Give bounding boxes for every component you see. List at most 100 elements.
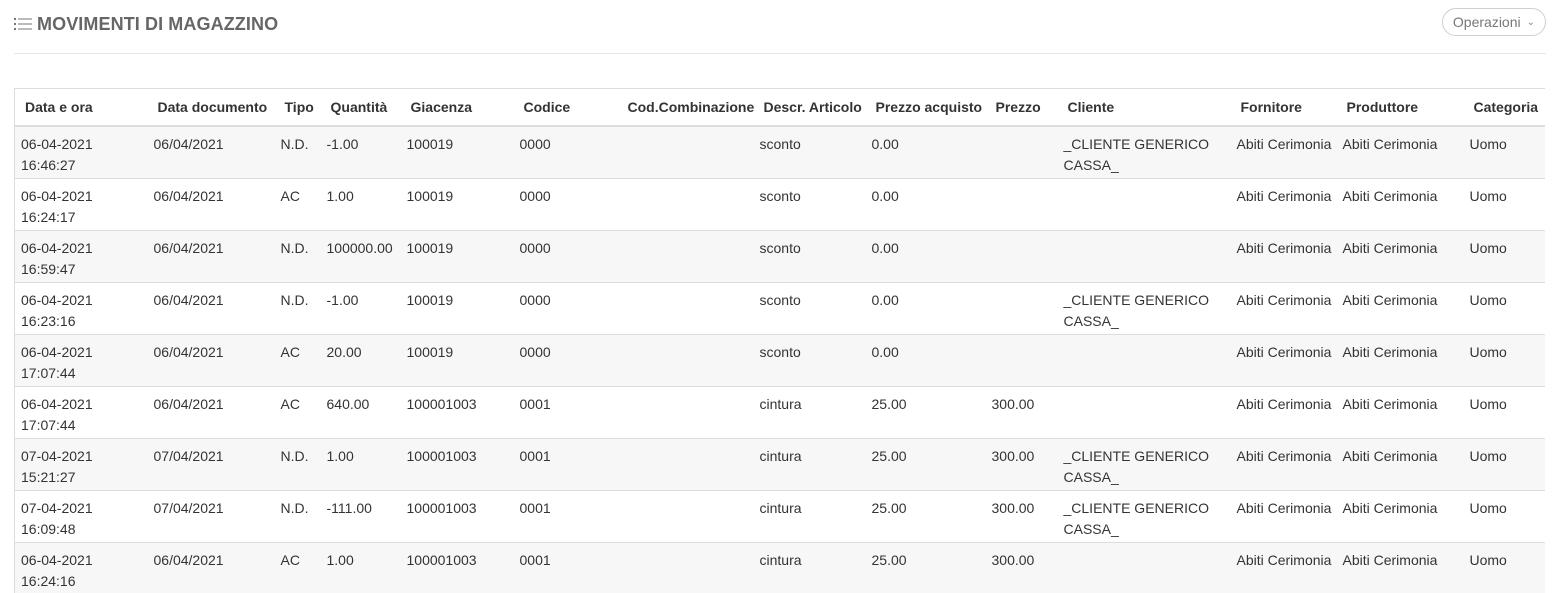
cell-codice: 0001 <box>513 542 618 593</box>
cell-cliente <box>1057 334 1231 387</box>
table-row[interactable]: 06-04-2021 16:24:16 06/04/2021 AC 1.00 10000… <box>14 542 1545 593</box>
cell-data-documento: 06/04/2021 <box>147 334 275 387</box>
cell-fornitore: Abiti Cerimonia <box>1230 542 1337 593</box>
cell-data-documento: 07/04/2021 <box>147 490 275 543</box>
cell-descr-articolo: sconto <box>753 178 866 231</box>
cell-quantita: 100000.00 <box>320 230 401 283</box>
cell-data-e-ora: 06-04-2021 16:24:17 <box>14 178 148 231</box>
cell-produttore: Abiti Cerimonia <box>1336 282 1464 335</box>
cell-data-e-ora: 07-04-2021 16:09:48 <box>14 490 148 543</box>
cell-prezzo <box>985 282 1058 335</box>
cell-data-e-ora: 07-04-2021 15:21:27 <box>14 438 148 491</box>
cell-giacenza: 100019 <box>400 230 514 283</box>
cell-fornitore: Abiti Cerimonia <box>1230 334 1337 387</box>
table-row[interactable]: 06-04-2021 17:07:44 06/04/2021 AC 640.00 100… <box>14 386 1545 439</box>
column-header-codice[interactable]: Codice <box>513 88 618 127</box>
cell-descr-articolo: cintura <box>753 438 866 491</box>
list-icon <box>14 18 32 30</box>
column-header-prezzo-acquisto[interactable]: Prezzo acquisto <box>865 88 986 127</box>
cell-cliente <box>1057 178 1231 231</box>
cell-fornitore: Abiti Cerimonia <box>1230 178 1337 231</box>
cell-data-documento: 07/04/2021 <box>147 438 275 491</box>
cell-data-e-ora: 06-04-2021 17:07:44 <box>14 386 148 439</box>
table-row[interactable]: 06-04-2021 16:23:16 06/04/2021 N.D. -1.00 10… <box>14 282 1545 335</box>
table-row[interactable]: 06-04-2021 16:24:17 06/04/2021 AC 1.00 10001… <box>14 178 1545 231</box>
cell-giacenza: 100001003 <box>400 542 514 593</box>
cell-codice: 0000 <box>513 282 618 335</box>
cell-fornitore: Abiti Cerimonia <box>1230 230 1337 283</box>
cell-prezzo: 300.00 <box>985 542 1058 593</box>
cell-codice: 0001 <box>513 490 618 543</box>
cell-produttore: Abiti Cerimonia <box>1336 334 1464 387</box>
cell-prezzo-acquisto: 25.00 <box>865 490 986 543</box>
cell-cliente: _CLIENTE GENERICO CASSA_ <box>1057 438 1231 491</box>
cell-prezzo-acquisto: 0.00 <box>865 282 986 335</box>
cell-data-e-ora: 06-04-2021 16:23:16 <box>14 282 148 335</box>
cell-quantita: 1.00 <box>320 542 401 593</box>
cell-descr-articolo: sconto <box>753 282 866 335</box>
cell-produttore: Abiti Cerimonia <box>1336 542 1464 593</box>
cell-quantita: -111.00 <box>320 490 401 543</box>
cell-produttore: Abiti Cerimonia <box>1336 230 1464 283</box>
column-header-giacenza[interactable]: Giacenza <box>400 88 514 127</box>
column-header-cliente[interactable]: Cliente <box>1057 88 1231 127</box>
page-header: MOVIMENTI DI MAGAZZINO Operazioni ⌄ <box>14 8 1546 36</box>
table-header-row: Data e ora Data documento Tipo Quantità Giac… <box>14 88 1545 127</box>
table-row[interactable]: 06-04-2021 17:07:44 06/04/2021 AC 20.00 1000… <box>14 334 1545 387</box>
header-divider <box>14 53 1546 54</box>
cell-codice: 0000 <box>513 178 618 231</box>
cell-categoria: Uomo <box>1463 178 1545 231</box>
cell-codice: 0001 <box>513 438 618 491</box>
table-row[interactable]: 06-04-2021 16:59:47 06/04/2021 N.D. 100000.… <box>14 230 1545 283</box>
cell-cod-combinazione <box>617 438 754 491</box>
column-header-data-documento[interactable]: Data documento <box>147 88 275 127</box>
cell-tipo: AC <box>274 386 321 439</box>
cell-giacenza: 100019 <box>400 334 514 387</box>
cell-cod-combinazione <box>617 490 754 543</box>
cell-data-e-ora: 06-04-2021 16:24:16 <box>14 542 148 593</box>
cell-prezzo: 300.00 <box>985 490 1058 543</box>
column-header-prezzo[interactable]: Prezzo <box>985 88 1058 127</box>
cell-prezzo: 300.00 <box>985 438 1058 491</box>
column-header-categoria[interactable]: Categoria <box>1463 88 1545 127</box>
column-header-tipo[interactable]: Tipo <box>274 88 321 127</box>
chevron-down-icon: ⌄ <box>1526 16 1535 28</box>
column-header-data-e-ora[interactable]: Data e ora <box>14 88 148 127</box>
cell-prezzo <box>985 178 1058 231</box>
cell-quantita: 1.00 <box>320 438 401 491</box>
cell-descr-articolo: sconto <box>753 126 866 179</box>
cell-prezzo <box>985 230 1058 283</box>
cell-cliente <box>1057 542 1231 593</box>
cell-prezzo-acquisto: 25.00 <box>865 386 986 439</box>
column-header-quantita[interactable]: Quantità <box>320 88 401 127</box>
table-row[interactable]: 07-04-2021 16:09:48 07/04/2021 N.D. -111.00… <box>14 490 1545 543</box>
cell-fornitore: Abiti Cerimonia <box>1230 438 1337 491</box>
cell-codice: 0000 <box>513 334 618 387</box>
cell-giacenza: 100019 <box>400 126 514 179</box>
column-header-cod-combinazione[interactable]: Cod.Combinazione <box>617 88 754 127</box>
cell-prezzo: 300.00 <box>985 386 1058 439</box>
table-row[interactable]: 07-04-2021 15:21:27 07/04/2021 N.D. 1.00 100… <box>14 438 1545 491</box>
cell-data-e-ora: 06-04-2021 16:59:47 <box>14 230 148 283</box>
cell-data-documento: 06/04/2021 <box>147 386 275 439</box>
cell-quantita: 640.00 <box>320 386 401 439</box>
cell-codice: 0001 <box>513 386 618 439</box>
cell-cod-combinazione <box>617 126 754 179</box>
cell-fornitore: Abiti Cerimonia <box>1230 126 1337 179</box>
operations-button[interactable]: Operazioni ⌄ <box>1441 8 1546 36</box>
cell-cliente: _CLIENTE GENERICO CASSA_ <box>1057 490 1231 543</box>
table-row[interactable]: 06-04-2021 16:46:27 06/04/2021 N.D. -1.00 10… <box>14 126 1545 179</box>
cell-tipo: N.D. <box>274 490 321 543</box>
cell-tipo: N.D. <box>274 438 321 491</box>
cell-categoria: Uomo <box>1463 334 1545 387</box>
cell-produttore: Abiti Cerimonia <box>1336 178 1464 231</box>
cell-categoria: Uomo <box>1463 126 1545 179</box>
column-header-produttore[interactable]: Produttore <box>1336 88 1464 127</box>
column-header-fornitore[interactable]: Fornitore <box>1230 88 1337 127</box>
column-header-descr-articolo[interactable]: Descr. Articolo <box>753 88 866 127</box>
cell-produttore: Abiti Cerimonia <box>1336 438 1464 491</box>
cell-giacenza: 100019 <box>400 178 514 231</box>
cell-data-e-ora: 06-04-2021 17:07:44 <box>14 334 148 387</box>
cell-prezzo-acquisto: 25.00 <box>865 542 986 593</box>
movements-table-container: Data e ora Data documento Tipo Quantità Giac… <box>14 88 1545 593</box>
